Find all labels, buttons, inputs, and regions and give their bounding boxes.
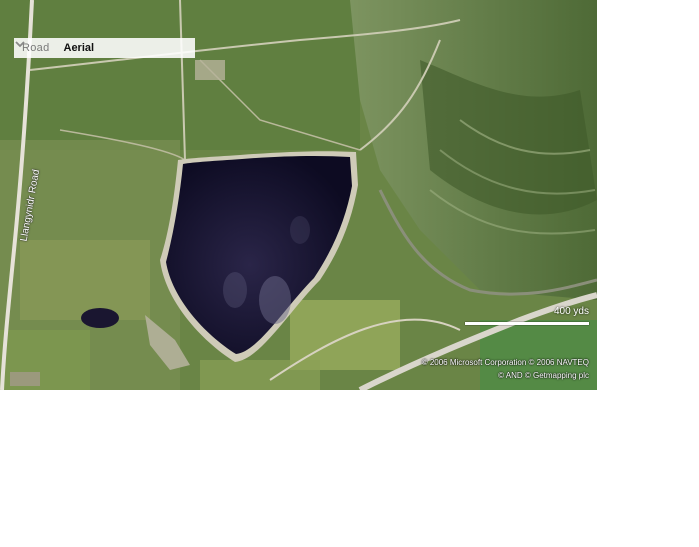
aerial-mode-button[interactable]: Aerial — [64, 42, 95, 54]
scale-bar — [465, 322, 589, 325]
chevron-down-icon[interactable] — [14, 38, 26, 50]
copyright-line-2: © AND © Getmapping plc — [498, 371, 589, 380]
scale-label: 400 yds — [553, 306, 589, 317]
copyright-line-1: © 2006 Microsoft Corporation © 2006 NAVT… — [421, 358, 589, 367]
road-mode-button[interactable]: Road — [22, 42, 50, 54]
aerial-imagery — [0, 0, 597, 390]
aerial-map[interactable]: Road Aerial Llangynidr Road 400 yds © 20… — [0, 0, 597, 390]
map-type-selector: Road Aerial — [14, 38, 195, 58]
